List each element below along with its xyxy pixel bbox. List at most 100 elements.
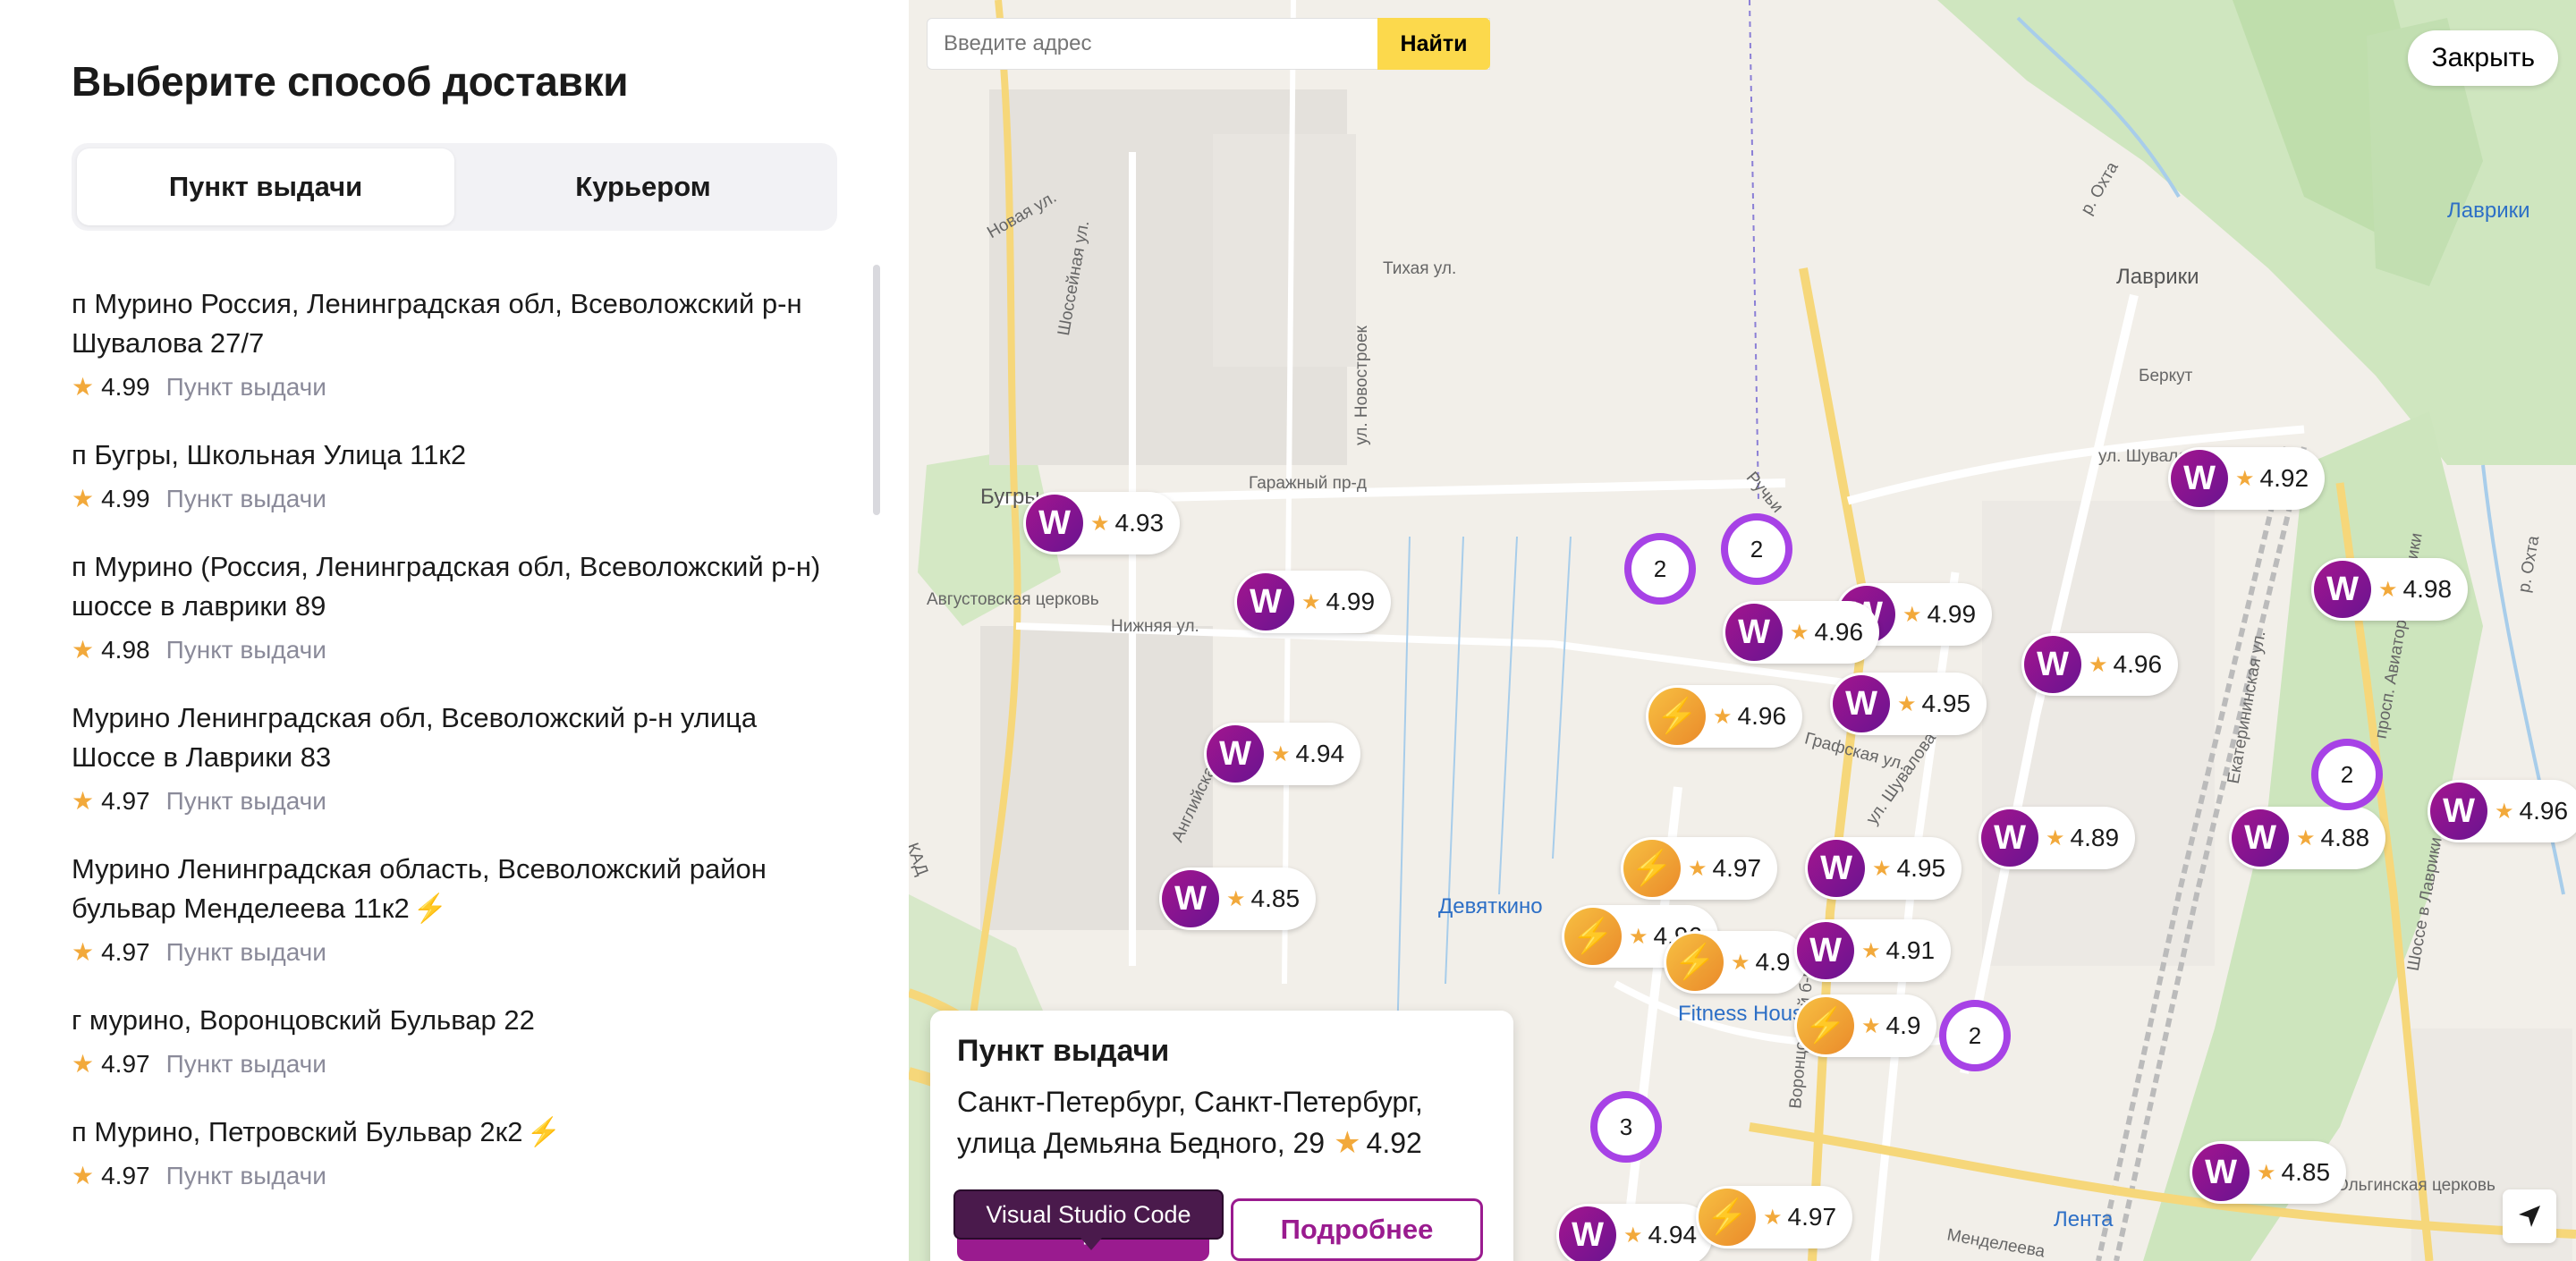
- map-pin[interactable]: W ★ 4.96: [1723, 601, 1880, 664]
- list-item[interactable]: г мурино, Воронцовский Бульвар 22 ★ 4.97 Пу…: [72, 1001, 823, 1079]
- map-pin[interactable]: W ★ 4.94: [1204, 723, 1361, 785]
- star-icon: ★: [72, 485, 95, 512]
- map-cluster[interactable]: 2: [1624, 533, 1696, 605]
- map-pin[interactable]: W ★ 4.91: [1794, 919, 1952, 982]
- lightning-icon: ⚡: [1564, 908, 1622, 965]
- pin-rating: 4.96: [2113, 650, 2163, 678]
- star-icon: ★: [72, 938, 95, 966]
- pin-rating: 4.98: [2402, 575, 2453, 603]
- tab-courier[interactable]: Курьером: [454, 148, 832, 225]
- pin-rating: 4.94: [1295, 740, 1345, 767]
- star-icon: ★: [1713, 704, 1733, 729]
- map-pin[interactable]: ⚡ ★4.96: [1646, 685, 1803, 748]
- map-label: Нижняя ул.: [1111, 617, 1199, 636]
- pin-rating: 4.92: [2259, 464, 2309, 492]
- list-fade: [0, 1181, 909, 1261]
- item-type: Пункт выдачи: [165, 484, 326, 512]
- map-pin[interactable]: W ★ 4.95: [1830, 673, 1987, 735]
- star-icon: ★: [1897, 691, 1917, 716]
- map-pin[interactable]: W ★ 4.98: [2311, 558, 2469, 621]
- wildberries-logo-icon: W: [2232, 809, 2289, 867]
- map-cluster[interactable]: 2: [1939, 1000, 2011, 1071]
- item-type: Пункт выдачи: [165, 786, 326, 815]
- map-label: Лаврики: [2447, 199, 2530, 223]
- map-pin[interactable]: W ★ 4.96: [2021, 633, 2179, 696]
- star-icon: ★: [2257, 1160, 2276, 1185]
- star-icon: ★: [2495, 799, 2514, 824]
- map-pin[interactable]: ⚡ ★ 4.9: [1664, 931, 1807, 994]
- lightning-icon: ⚡: [526, 1116, 562, 1147]
- map-label: Ольгинская церковь: [2335, 1176, 2496, 1195]
- star-icon: ★: [2296, 825, 2316, 851]
- list-item[interactable]: Мурино Ленинградская область, Всеволожск…: [72, 850, 823, 967]
- wildberries-logo-icon: W: [1162, 870, 1219, 927]
- star-icon: ★: [2046, 825, 2065, 851]
- map-cluster[interactable]: 2: [2311, 739, 2383, 810]
- star-icon: ★: [2378, 577, 2398, 602]
- map-pin[interactable]: W ★ 4.93: [1023, 492, 1181, 554]
- list-item[interactable]: п Мурино (Россия, Ленинградская обл, Все…: [72, 547, 823, 664]
- map-cluster[interactable]: 2: [1721, 513, 1792, 585]
- details-button[interactable]: Подробнее: [1231, 1198, 1483, 1261]
- map-label: Августовская церковь: [927, 590, 1099, 609]
- pin-rating: 4.88: [2320, 824, 2370, 851]
- close-button[interactable]: Закрыть: [2408, 30, 2558, 86]
- item-rating: 4.97: [101, 1049, 150, 1078]
- item-meta: ★ 4.98 Пункт выдачи: [72, 635, 823, 664]
- map-pin[interactable]: ⚡ ★ 4.97: [1696, 1186, 1853, 1248]
- map-pin[interactable]: W ★4.99: [1234, 571, 1392, 633]
- map-pin[interactable]: ⚡ ★ 4.97: [1621, 837, 1778, 900]
- map[interactable]: Лаврики Лаврики Беркут Бугры Августовская це…: [909, 0, 2576, 1261]
- map-pin[interactable]: W ★ 4.96: [2428, 780, 2576, 842]
- item-rating: 4.97: [101, 937, 150, 966]
- lightning-icon: ⚡: [1797, 997, 1854, 1054]
- list-item[interactable]: п Мурино Россия, Ленинградская обл, Всев…: [72, 284, 823, 402]
- map-pin[interactable]: W ★ 4.94: [1556, 1204, 1714, 1261]
- star-icon: ★: [1226, 886, 1246, 911]
- lightning-icon: ⚡: [1699, 1189, 1756, 1246]
- star-icon: ★: [72, 1050, 95, 1078]
- star-icon: ★: [1731, 950, 1750, 975]
- map-pin[interactable]: ⚡ ★ 4.9: [1794, 994, 1937, 1057]
- map-cluster[interactable]: 3: [1590, 1091, 1662, 1163]
- pin-rating: 4.96: [1814, 618, 1864, 646]
- pin-rating: 4.93: [1114, 509, 1165, 537]
- map-pin[interactable]: W ★ 4.95: [1805, 837, 1962, 900]
- item-type: Пункт выдачи: [165, 937, 326, 966]
- star-icon: ★: [1623, 1223, 1643, 1248]
- star-icon: ★: [1763, 1205, 1783, 1230]
- item-address: п Бугры, Школьная Улица 11к2: [72, 439, 467, 470]
- map-pin[interactable]: W ★ 4.85: [2190, 1141, 2347, 1204]
- navigation-arrow-icon[interactable]: [2503, 1189, 2556, 1243]
- find-button[interactable]: Найти: [1377, 18, 1490, 70]
- item-rating: 4.99: [101, 372, 150, 401]
- page-title: Выберите способ доставки: [72, 58, 629, 105]
- star-icon: ★: [1334, 1126, 1361, 1160]
- item-address: п Мурино, Петровский Бульвар 2к2 ⚡: [72, 1116, 562, 1147]
- pin-rating: 4.97: [1787, 1203, 1837, 1231]
- tab-pickup[interactable]: Пункт выдачи: [77, 148, 454, 225]
- map-pin[interactable]: W ★ 4.92: [2168, 447, 2326, 510]
- map-label: Тихая ул.: [1383, 259, 1457, 278]
- list-item[interactable]: п Бугры, Школьная Улица 11к2 ★ 4.99 Пункт в…: [72, 436, 823, 513]
- list-item[interactable]: Мурино Ленинградская обл, Всеволожский р…: [72, 698, 823, 816]
- star-icon: ★: [72, 636, 95, 664]
- delivery-tabs: Пункт выдачи Курьером: [72, 143, 837, 231]
- list-scrollbar[interactable]: [873, 265, 880, 515]
- wildberries-logo-icon: W: [1981, 809, 2038, 867]
- item-address: Мурино Ленинградская область, Всеволожск…: [72, 853, 767, 924]
- map-label: ул. Новостроек: [1352, 326, 1371, 445]
- pickup-list: п Мурино Россия, Ленинградская обл, Всев…: [72, 284, 823, 1224]
- map-label: Девяткино: [1438, 894, 1543, 918]
- pin-rating: 4.99: [1326, 588, 1376, 615]
- wildberries-logo-icon: W: [2024, 636, 2081, 693]
- map-pin[interactable]: W ★ 4.85: [1159, 867, 1317, 930]
- lightning-icon: ⚡: [1648, 688, 1706, 745]
- list-item[interactable]: п Мурино, Петровский Бульвар 2к2 ⚡ ★ 4.97 Пу…: [72, 1113, 823, 1190]
- map-pin[interactable]: W ★ 4.89: [1979, 807, 2136, 869]
- star-icon: ★: [1301, 589, 1321, 614]
- item-type: Пункт выдачи: [165, 1049, 326, 1078]
- pin-rating: 4.96: [2519, 797, 2569, 825]
- map-pin[interactable]: W ★ 4.88: [2229, 807, 2386, 869]
- item-rating: 4.99: [101, 484, 150, 512]
